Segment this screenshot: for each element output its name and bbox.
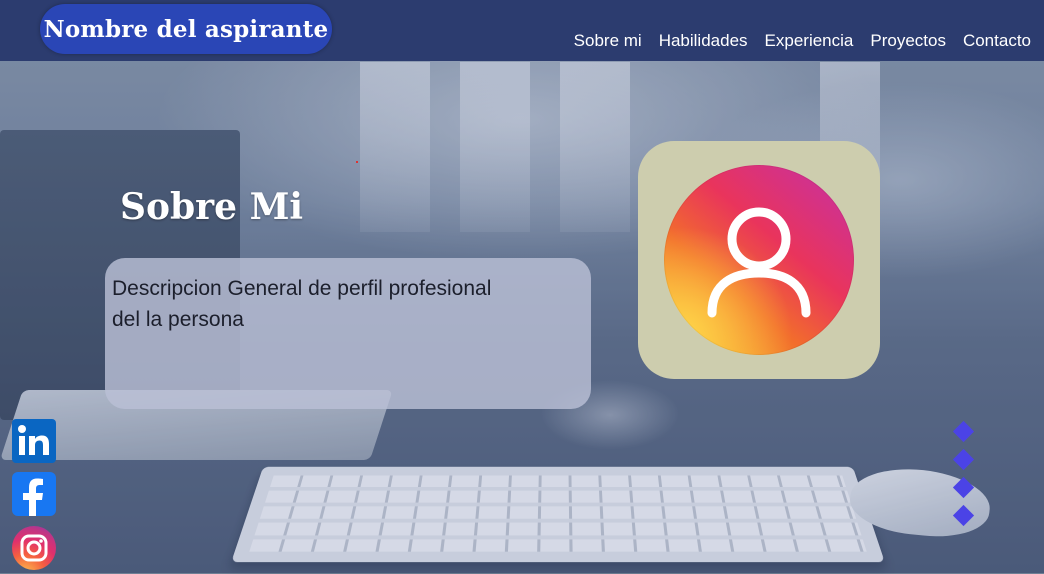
- nav-contacto[interactable]: Contacto: [963, 31, 1031, 51]
- nav-habilidades[interactable]: Habilidades: [659, 31, 748, 51]
- carousel-dots: [952, 420, 976, 530]
- linkedin-icon[interactable]: [12, 419, 56, 463]
- avatar-card: [638, 141, 880, 379]
- site-header: Nombre del aspirante Sobre mi Habilidade…: [0, 0, 1044, 61]
- section-title: Sobre Mi: [120, 186, 304, 228]
- facebook-icon[interactable]: [12, 472, 56, 516]
- nav-sobre-mi[interactable]: Sobre mi: [574, 31, 642, 51]
- description-card: Descripcion General de perfil profesiona…: [105, 258, 591, 409]
- stray-dot: [356, 161, 358, 163]
- carousel-dot[interactable]: [952, 504, 975, 527]
- avatar: [664, 165, 854, 355]
- instagram-icon[interactable]: [12, 526, 56, 570]
- nav-experiencia[interactable]: Experiencia: [765, 31, 854, 51]
- carousel-dot[interactable]: [952, 420, 975, 443]
- carousel-dot[interactable]: [952, 448, 975, 471]
- description-text: Descripcion General de perfil profesiona…: [112, 277, 492, 331]
- user-icon: [707, 207, 811, 318]
- carousel-dot[interactable]: [952, 476, 975, 499]
- brand-logo[interactable]: Nombre del aspirante: [40, 4, 332, 54]
- main-nav: Sobre mi Habilidades Experiencia Proyect…: [574, 31, 1031, 51]
- nav-proyectos[interactable]: Proyectos: [870, 31, 946, 51]
